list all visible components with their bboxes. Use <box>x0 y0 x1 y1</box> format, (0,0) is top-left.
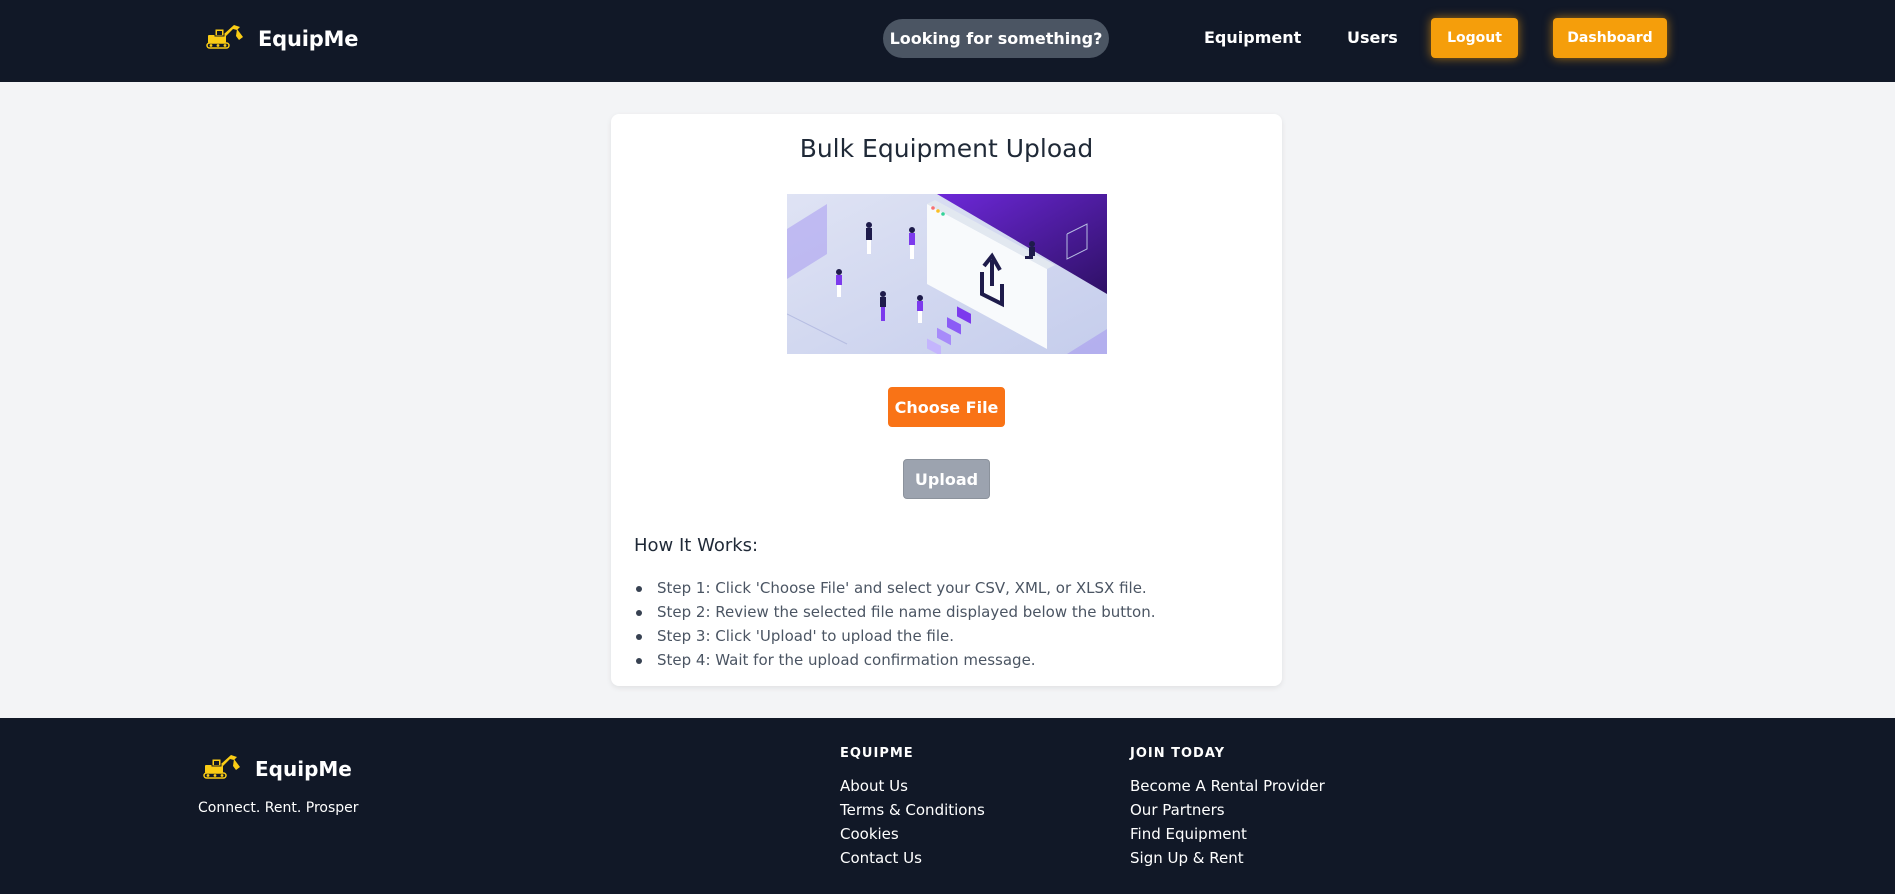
upload-illustration-icon <box>786 194 1107 356</box>
brand[interactable]: EquipMe <box>206 22 359 55</box>
footer-brand[interactable]: EquipMe <box>203 752 352 785</box>
search-button[interactable]: Looking for something? <box>883 19 1109 58</box>
page-title: Bulk Equipment Upload <box>799 134 1094 163</box>
list-item: Step 1: Click 'Choose File' and select y… <box>634 576 1156 600</box>
dashboard-button[interactable]: Dashboard <box>1553 18 1667 58</box>
top-navbar: EquipMe Looking for something? Equipment… <box>0 0 1895 82</box>
footer-heading: EQUIPME <box>840 746 914 761</box>
footer-link-cookies[interactable]: Cookies <box>840 822 985 846</box>
footer-column-equipme: EQUIPME About Us Terms & Conditions Cook… <box>840 744 985 870</box>
footer-link-become-provider[interactable]: Become A Rental Provider <box>1130 774 1325 798</box>
list-item: Step 4: Wait for the upload confirmation… <box>634 648 1156 672</box>
footer-link-terms[interactable]: Terms & Conditions <box>840 798 985 822</box>
list-item: Step 2: Review the selected file name di… <box>634 600 1156 624</box>
footer-link-about-us[interactable]: About Us <box>840 774 985 798</box>
nav-equipment-link[interactable]: Equipment <box>1204 28 1301 47</box>
excavator-icon <box>206 22 246 55</box>
list-item: Step 3: Click 'Upload' to upload the fil… <box>634 624 1156 648</box>
choose-file-button[interactable]: Choose File <box>888 387 1005 427</box>
footer-column-join-today: JOIN TODAY Become A Rental Provider Our … <box>1130 744 1325 870</box>
upload-button[interactable]: Upload <box>903 459 990 499</box>
nav-users-link[interactable]: Users <box>1347 28 1398 47</box>
footer-link-sign-up-rent[interactable]: Sign Up & Rent <box>1130 846 1325 870</box>
footer-link-our-partners[interactable]: Our Partners <box>1130 798 1325 822</box>
how-it-works-heading: How It Works: <box>634 535 759 556</box>
steps-list: Step 1: Click 'Choose File' and select y… <box>634 576 1156 672</box>
footer: EquipMe Connect. Rent. Prosper EQUIPME A… <box>0 718 1895 894</box>
footer-link-find-equipment[interactable]: Find Equipment <box>1130 822 1325 846</box>
footer-tagline: Connect. Rent. Prosper <box>198 800 359 816</box>
brand-name: EquipMe <box>258 26 359 51</box>
footer-brand-name: EquipMe <box>255 756 352 781</box>
bulk-upload-card: Bulk Equipment Upload Choose File Upload… <box>611 114 1282 686</box>
logout-button[interactable]: Logout <box>1431 18 1518 58</box>
footer-heading: JOIN TODAY <box>1130 746 1226 761</box>
excavator-icon <box>203 752 243 785</box>
footer-link-contact-us[interactable]: Contact Us <box>840 846 985 870</box>
